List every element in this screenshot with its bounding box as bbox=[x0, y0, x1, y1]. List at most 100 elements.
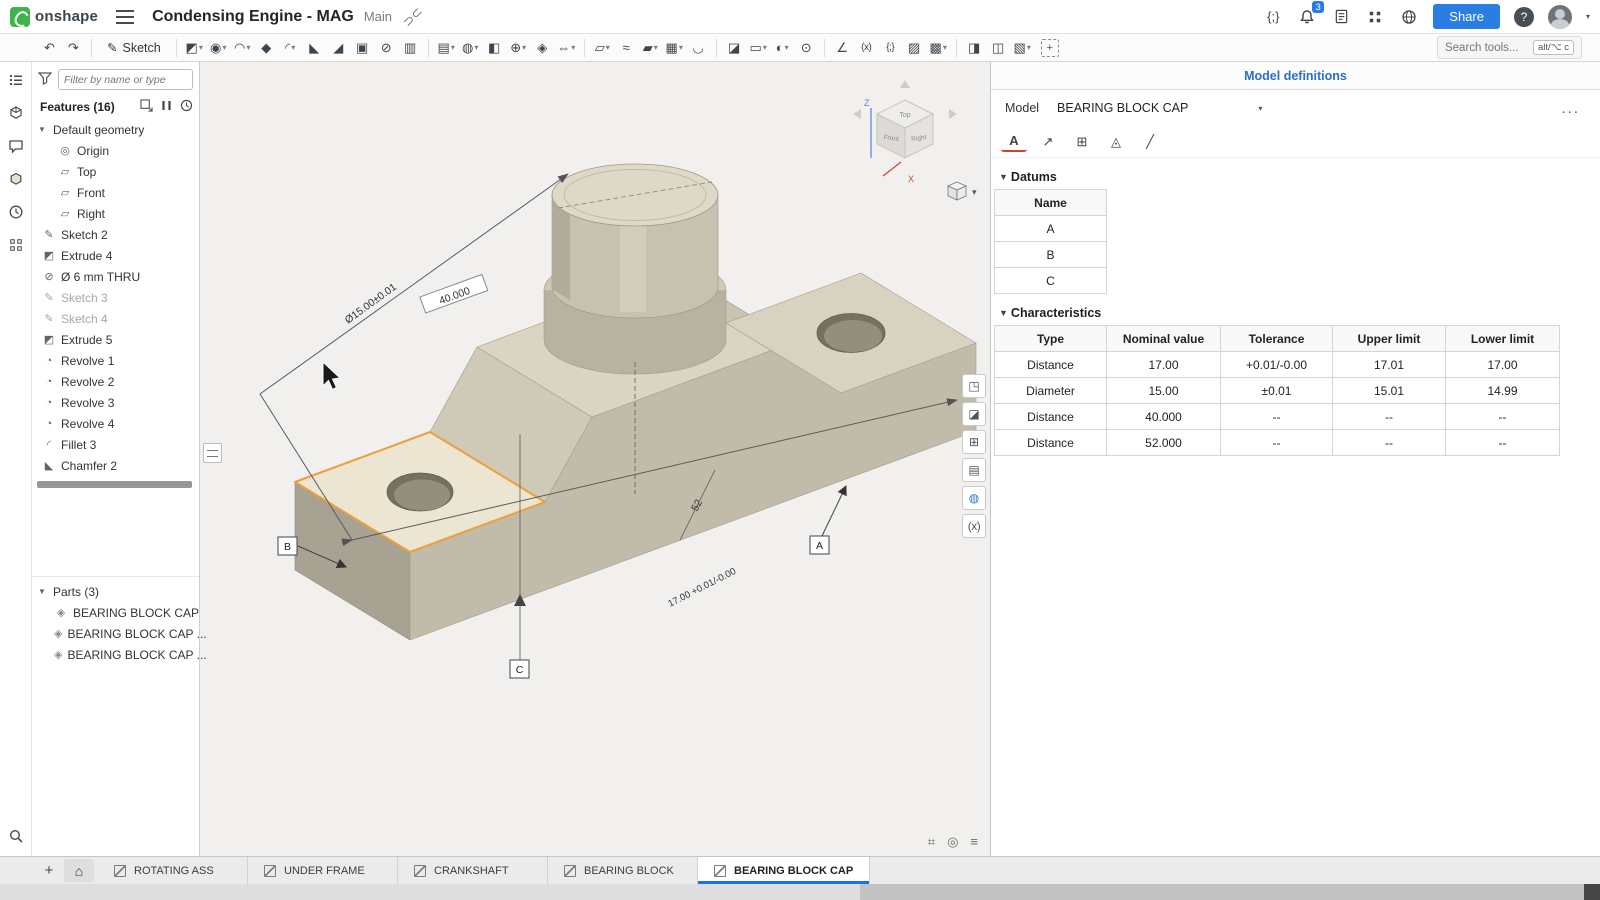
new-tab-button[interactable]: + bbox=[34, 857, 64, 884]
redo-icon[interactable]: ↷ bbox=[62, 37, 85, 59]
feature-plane-top[interactable]: Top bbox=[32, 161, 199, 182]
search-features-icon[interactable] bbox=[6, 826, 26, 846]
comments-icon[interactable] bbox=[6, 136, 26, 156]
part-row[interactable]: BEARING BLOCK CAP bbox=[32, 602, 199, 623]
onshape-logo[interactable]: onshape bbox=[10, 7, 98, 27]
feature-extrude-5[interactable]: Extrude 5 bbox=[32, 329, 199, 350]
plane-icon[interactable]: ▱▾ bbox=[591, 37, 614, 59]
user-avatar[interactable] bbox=[1548, 5, 1572, 29]
sweep-icon[interactable]: ◠▾ bbox=[231, 37, 254, 59]
dim-17-label[interactable]: 17.00 +0.01/-0.00 bbox=[666, 566, 738, 610]
feature-revolve-4[interactable]: Revolve 4 bbox=[32, 413, 199, 434]
model-select[interactable]: BEARING BLOCK CAP ▾ bbox=[1057, 101, 1262, 115]
custom-table-icon[interactable]: ▨ bbox=[903, 37, 926, 59]
rotate-right-arrow-icon[interactable] bbox=[949, 109, 957, 119]
feature-sketch-2[interactable]: Sketch 2 bbox=[32, 224, 199, 245]
feature-list-icon[interactable] bbox=[6, 70, 26, 90]
section-view-icon[interactable]: ◪ bbox=[723, 37, 746, 59]
search-tools-input[interactable] bbox=[1445, 42, 1527, 54]
isometric-view-icon[interactable]: ◳ bbox=[962, 374, 986, 398]
linear-pattern-icon[interactable]: ▤▾ bbox=[435, 37, 458, 59]
cell[interactable]: 40.000 bbox=[1107, 404, 1221, 430]
tab-under-frame[interactable]: UNDER FRAME bbox=[248, 857, 398, 884]
mirror-icon[interactable]: ◧ bbox=[483, 37, 506, 59]
cell[interactable]: -- bbox=[1446, 404, 1560, 430]
app-store-grid-icon[interactable] bbox=[1365, 7, 1385, 27]
datum-a[interactable]: A bbox=[810, 486, 846, 554]
feature-sketch-4[interactable]: Sketch 4 bbox=[32, 308, 199, 329]
cell[interactable]: ±0.01 bbox=[1221, 378, 1333, 404]
hole-left[interactable] bbox=[387, 473, 453, 511]
exploded-view-icon[interactable]: ⊞ bbox=[962, 430, 986, 454]
marquee-select-icon[interactable]: + bbox=[1041, 39, 1059, 57]
part-row[interactable]: BEARING BLOCK CAP ... bbox=[32, 623, 199, 644]
frame-icon[interactable]: ▦▾ bbox=[663, 37, 686, 59]
copy-link-icon[interactable]: ⊃⊂ bbox=[400, 3, 427, 30]
measure-icon[interactable]: ∠ bbox=[831, 37, 854, 59]
loft-icon[interactable]: ◆ bbox=[255, 37, 278, 59]
turntable-icon[interactable]: ◎ bbox=[947, 834, 958, 850]
datum-icon[interactable]: ◬ bbox=[1103, 130, 1129, 154]
split-icon[interactable]: ◈ bbox=[531, 37, 554, 59]
versions-history-icon[interactable] bbox=[6, 202, 26, 222]
feature-revolve-1[interactable]: Revolve 1 bbox=[32, 350, 199, 371]
release-notes-icon[interactable] bbox=[1331, 7, 1351, 27]
custom-feature-icon[interactable]: {;} bbox=[879, 37, 902, 59]
leader-dimension-icon[interactable]: ↗ bbox=[1035, 130, 1061, 154]
feature-revolve-2[interactable]: Revolve 2 bbox=[32, 371, 199, 392]
drawing-icon[interactable]: ▧▾ bbox=[1011, 37, 1034, 59]
chamfer-icon[interactable]: ◣ bbox=[303, 37, 326, 59]
main-menu-icon[interactable] bbox=[116, 10, 134, 24]
named-views-icon[interactable]: ▭▾ bbox=[747, 37, 770, 59]
chevron-down-icon[interactable]: ▼ bbox=[38, 125, 48, 134]
sketch-button[interactable]: ✎ Sketch bbox=[98, 36, 170, 60]
cell[interactable]: -- bbox=[1446, 430, 1560, 456]
dim-diameter-label[interactable]: Ø15.00±0.01 bbox=[343, 281, 399, 326]
line-annotation-icon[interactable]: ╱ bbox=[1137, 130, 1163, 154]
part-row[interactable]: BEARING BLOCK CAP ... bbox=[32, 644, 199, 665]
section-view-tool-icon[interactable]: ◪ bbox=[962, 402, 986, 426]
tab-bearing-block[interactable]: BEARING BLOCK bbox=[548, 857, 698, 884]
cell[interactable]: -- bbox=[1221, 430, 1333, 456]
rotate-left-arrow-icon[interactable] bbox=[853, 109, 861, 119]
datum-cell[interactable]: B bbox=[995, 242, 1107, 268]
cell[interactable]: 14.99 bbox=[1446, 378, 1560, 404]
feature-origin[interactable]: Origin bbox=[32, 140, 199, 161]
appearance-icon[interactable]: ⊙ bbox=[795, 37, 818, 59]
cell[interactable]: -- bbox=[1333, 404, 1446, 430]
workspace-branch[interactable]: Main bbox=[364, 9, 392, 24]
publish-icon[interactable]: ◫ bbox=[987, 37, 1010, 59]
feature-default-geometry[interactable]: ▼ Default geometry bbox=[32, 119, 199, 140]
panel-drag-handle[interactable] bbox=[203, 443, 222, 463]
datum-c[interactable]: C bbox=[510, 594, 529, 678]
part-bearing-block-cap[interactable] bbox=[295, 164, 976, 640]
feature-plane-right[interactable]: Right bbox=[32, 203, 199, 224]
cell[interactable]: 15.01 bbox=[1333, 378, 1446, 404]
rib-icon[interactable]: ▥ bbox=[399, 37, 422, 59]
characteristics-section-header[interactable]: ▼ Characteristics bbox=[991, 294, 1600, 325]
filter-funnel-icon[interactable] bbox=[38, 72, 52, 88]
hole-right[interactable] bbox=[817, 314, 885, 353]
fillet-icon[interactable]: ◜▾ bbox=[279, 37, 302, 59]
cell[interactable]: Distance bbox=[995, 430, 1107, 456]
cell[interactable]: +0.01/-0.00 bbox=[1221, 352, 1333, 378]
feature-extrude-4[interactable]: Extrude 4 bbox=[32, 245, 199, 266]
rollback-pause-icon[interactable] bbox=[162, 100, 171, 114]
insert-feature-icon[interactable] bbox=[140, 99, 153, 115]
rollback-bar[interactable] bbox=[37, 481, 192, 488]
undo-icon[interactable]: ↶ bbox=[38, 37, 61, 59]
cell[interactable]: Distance bbox=[995, 352, 1107, 378]
transform-icon[interactable]: ⇔▾ bbox=[555, 37, 578, 59]
revolve-icon[interactable]: ◉▾ bbox=[207, 37, 230, 59]
variables-panel-icon[interactable]: (x) bbox=[962, 514, 986, 538]
sheet-metal-icon[interactable]: ▰▾ bbox=[639, 37, 662, 59]
bom-table-icon[interactable]: ▩▾ bbox=[927, 37, 950, 59]
graphics-viewport[interactable]: Ø15.00±0.01 40.000 52 17.00 +0.01/-0.00 … bbox=[200, 62, 990, 856]
cylinder-boss[interactable] bbox=[544, 164, 726, 374]
display-states-icon[interactable]: ◍ bbox=[962, 486, 986, 510]
account-caret-icon[interactable]: ▾ bbox=[1586, 12, 1590, 21]
share-button[interactable]: Share bbox=[1433, 4, 1500, 29]
more-options-button[interactable]: ... bbox=[1555, 100, 1586, 117]
annotation-icon[interactable]: A bbox=[1001, 132, 1027, 152]
parts-group[interactable]: ▼ Parts (3) bbox=[32, 581, 199, 602]
